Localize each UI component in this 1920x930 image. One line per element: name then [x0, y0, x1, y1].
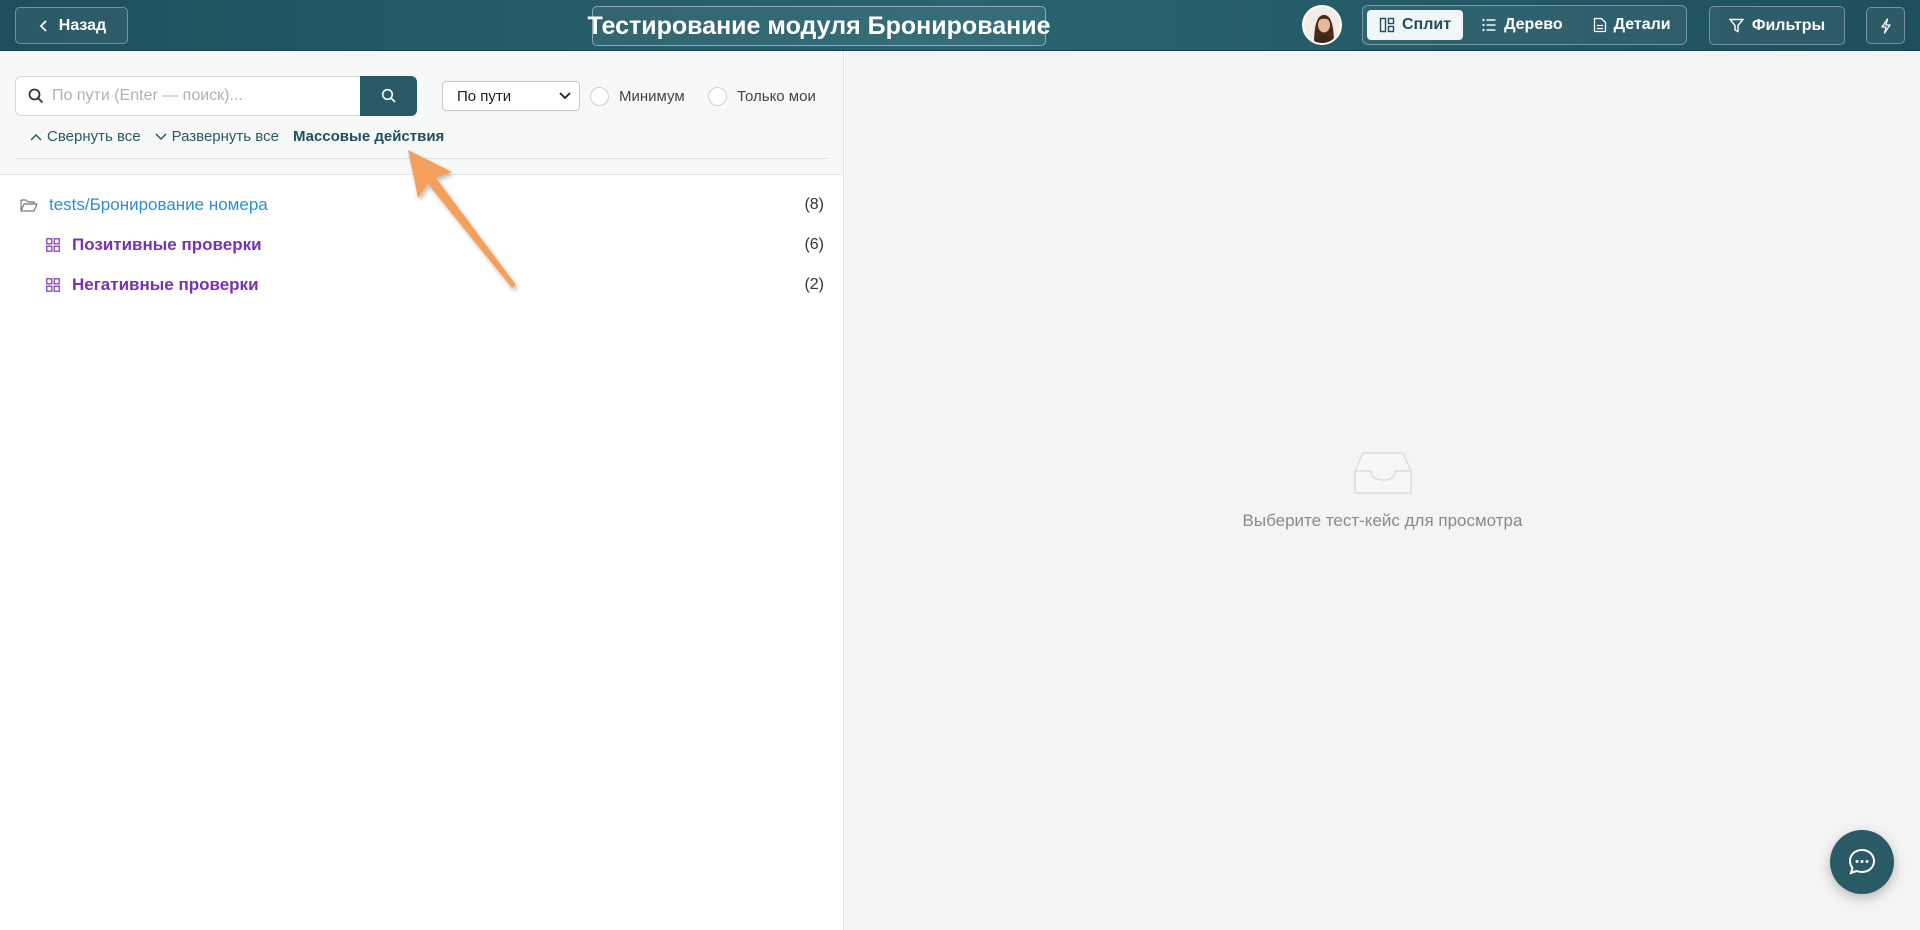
search-icon — [28, 88, 44, 104]
tree-suite-label[interactable]: Позитивные проверки — [72, 235, 262, 255]
split-icon — [1379, 17, 1395, 33]
minimum-toggle[interactable]: Минимум — [590, 87, 685, 106]
grid-icon — [46, 238, 60, 252]
tree-suite-count: (6) — [804, 236, 824, 253]
grid-icon — [46, 278, 60, 292]
folder-open-icon — [20, 199, 38, 212]
filters-button[interactable]: Фильтры — [1709, 6, 1845, 45]
page-title: Тестирование модуля Бронирование — [587, 6, 1051, 46]
view-tree-label: Дерево — [1504, 16, 1563, 33]
quick-actions-button[interactable] — [1866, 7, 1905, 44]
sort-select[interactable]: По пути — [442, 81, 580, 111]
minimum-checkbox[interactable] — [590, 87, 609, 106]
minimum-label: Минимум — [619, 88, 685, 105]
back-button[interactable]: Назад — [15, 7, 128, 44]
top-header: Назад Тестирование модуля Бронирование С… — [0, 0, 1920, 51]
view-details-button[interactable]: Детали — [1581, 10, 1683, 40]
tree-panel: По пути Минимум Только мои Свернуть все … — [0, 51, 844, 930]
chevron-left-icon — [39, 19, 47, 32]
chat-bubble-icon — [1848, 848, 1876, 875]
tree-suite-row[interactable]: Негативные проверки (2) — [0, 267, 843, 303]
filter-icon — [1728, 18, 1744, 33]
expand-all-label: Развернуть все — [171, 128, 279, 145]
document-icon — [1593, 17, 1606, 33]
view-split-label: Сплит — [1402, 16, 1452, 33]
search-icon — [381, 88, 396, 103]
toolbar-divider — [15, 158, 828, 159]
view-mode-switcher: Сплит Дерево Детали — [1362, 5, 1687, 45]
expand-all-button[interactable]: Развернуть все — [155, 128, 279, 145]
empty-state-text: Выберите тест-кейс для просмотра — [1242, 511, 1523, 530]
search-button[interactable] — [360, 76, 417, 116]
details-panel: Выберите тест-кейс для просмотра — [845, 51, 1920, 930]
user-avatar-icon — [1304, 7, 1340, 43]
tree-toolbar: По пути Минимум Только мои Свернуть все … — [0, 51, 843, 175]
view-tree-button[interactable]: Дерево — [1469, 10, 1575, 40]
inbox-icon — [1353, 452, 1412, 494]
empty-state: Выберите тест-кейс для просмотра — [845, 449, 1920, 531]
tree-actions: Свернуть все Развернуть все Массовые дей… — [30, 128, 444, 145]
back-button-label: Назад — [58, 16, 107, 34]
bolt-icon — [1880, 17, 1891, 34]
tree-suite-label[interactable]: Негативные проверки — [72, 275, 259, 295]
chevron-down-icon — [559, 92, 571, 100]
chevron-down-icon — [155, 132, 167, 140]
sort-select-value: По пути — [457, 87, 512, 105]
only-mine-toggle[interactable]: Только мои — [708, 87, 816, 106]
only-mine-label: Только мои — [737, 88, 816, 105]
filters-label: Фильтры — [1751, 16, 1826, 34]
tree-suite-row[interactable]: Позитивные проверки (6) — [0, 227, 843, 263]
chat-button[interactable] — [1830, 830, 1894, 894]
avatar[interactable] — [1302, 5, 1342, 45]
search-input[interactable] — [52, 87, 352, 105]
only-mine-checkbox[interactable] — [708, 87, 727, 106]
bulk-actions-button[interactable]: Массовые действия — [293, 128, 444, 145]
collapse-all-label: Свернуть все — [47, 128, 141, 145]
tree-folder-label[interactable]: tests/Бронирование номера — [49, 195, 268, 215]
tree-folder-row[interactable]: tests/Бронирование номера (8) — [0, 187, 843, 223]
collapse-all-button[interactable]: Свернуть все — [30, 128, 141, 145]
tree-folder-count: (8) — [804, 196, 824, 213]
list-icon — [1482, 18, 1496, 32]
view-details-label: Детали — [1613, 16, 1671, 33]
view-split-button[interactable]: Сплит — [1367, 10, 1464, 40]
search-field[interactable] — [15, 76, 361, 116]
chevron-up-icon — [30, 133, 42, 141]
tree-suite-count: (2) — [804, 276, 824, 293]
